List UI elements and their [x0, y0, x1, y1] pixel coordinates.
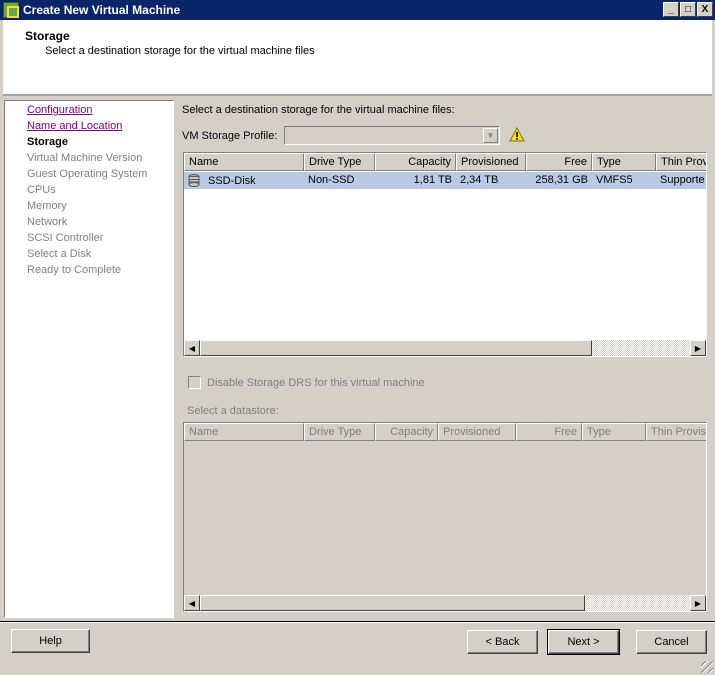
step-memory: Memory	[27, 200, 67, 212]
scroll-right-icon[interactable]: ▶	[690, 595, 706, 611]
step-select-disk: Select a Disk	[27, 248, 92, 260]
step-vm-version: Virtual Machine Version	[27, 152, 143, 164]
wizard-header: Storage Select a destination storage for…	[3, 20, 712, 96]
table-header: Name Drive Type Capacity Provisioned Fre…	[184, 153, 706, 171]
cell-drive-type: Non-SSD	[308, 174, 355, 186]
step-ready: Ready to Complete	[27, 264, 122, 276]
select-datastore-label: Select a datastore:	[187, 405, 279, 417]
next-button[interactable]: Next >	[547, 629, 620, 655]
step-cpus: CPUs	[27, 184, 56, 196]
col-name[interactable]: Name	[184, 423, 304, 441]
col-capacity[interactable]: Capacity	[375, 423, 438, 441]
cell-type: VMFS5	[596, 174, 633, 186]
table-row[interactable]: SSD-Disk Non-SSD 1,81 TB 2,34 TB 258,31 …	[184, 172, 706, 189]
col-capacity[interactable]: Capacity	[375, 153, 456, 171]
scroll-left-icon[interactable]: ◀	[184, 595, 200, 611]
scrollbar-thumb[interactable]	[200, 595, 585, 611]
cancel-button[interactable]: Cancel	[636, 630, 707, 654]
step-network: Network	[27, 216, 68, 228]
warning-icon	[509, 127, 525, 142]
cell-free: 258,31 GB	[535, 174, 588, 186]
footer-divider	[0, 621, 715, 623]
scrollbar-track[interactable]	[585, 595, 690, 611]
datastore-table: Name Drive Type Capacity Provisioned Fre…	[183, 422, 707, 612]
col-provisioned[interactable]: Provisioned	[456, 153, 526, 171]
col-drive-type[interactable]: Drive Type	[304, 423, 375, 441]
horizontal-scrollbar[interactable]: ◀ ▶	[184, 340, 706, 356]
wizard-steps: Configuration Name and Location Storage …	[4, 100, 174, 618]
horizontal-scrollbar[interactable]: ◀ ▶	[184, 595, 706, 611]
col-free[interactable]: Free	[516, 423, 582, 441]
col-free[interactable]: Free	[526, 153, 592, 171]
step-name-and-location[interactable]: Name and Location	[27, 120, 122, 132]
col-thin-provisioning[interactable]: Thin Prov	[656, 153, 706, 171]
minimize-button[interactable]: _	[663, 2, 679, 17]
disable-drs-label: Disable Storage DRS for this virtual mac…	[207, 377, 425, 389]
help-button[interactable]: Help	[11, 629, 90, 653]
scrollbar-thumb[interactable]	[200, 340, 592, 356]
chevron-down-icon[interactable]: ▼	[483, 128, 498, 143]
main-panel: Select a destination storage for the vir…	[180, 100, 715, 620]
disable-drs-checkbox[interactable]	[188, 376, 201, 389]
cell-thin-provisioning: Supporte	[660, 174, 705, 186]
page-subtitle: Select a destination storage for the vir…	[45, 45, 315, 57]
scroll-left-icon[interactable]: ◀	[184, 340, 200, 356]
storage-table: Name Drive Type Capacity Provisioned Fre…	[183, 152, 707, 357]
title-bar: Create New Virtual Machine _ □ X	[0, 0, 715, 20]
col-provisioned[interactable]: Provisioned	[438, 423, 516, 441]
datastore-icon	[188, 174, 200, 187]
col-type[interactable]: Type	[592, 153, 656, 171]
resize-grip-icon[interactable]	[701, 661, 713, 673]
col-drive-type[interactable]: Drive Type	[304, 153, 375, 171]
step-configuration[interactable]: Configuration	[27, 104, 92, 116]
page-title: Storage	[25, 29, 70, 43]
vsphere-app-icon	[3, 2, 19, 18]
instruction-label: Select a destination storage for the vir…	[182, 104, 455, 116]
storage-profile-label: VM Storage Profile:	[182, 130, 278, 142]
step-scsi-controller: SCSI Controller	[27, 232, 104, 244]
maximize-button[interactable]: □	[680, 2, 696, 17]
close-button[interactable]: X	[697, 2, 713, 17]
col-type[interactable]: Type	[582, 423, 646, 441]
back-button[interactable]: < Back	[467, 630, 538, 654]
cell-provisioned: 2,34 TB	[460, 174, 499, 186]
cell-name: SSD-Disk	[208, 174, 256, 187]
scrollbar-track[interactable]	[592, 340, 690, 356]
scroll-right-icon[interactable]: ▶	[690, 340, 706, 356]
window-title: Create New Virtual Machine	[23, 3, 181, 17]
table-header: Name Drive Type Capacity Provisioned Fre…	[184, 423, 706, 441]
step-guest-os: Guest Operating System	[27, 168, 148, 180]
col-name[interactable]: Name	[184, 153, 304, 171]
step-storage: Storage	[27, 136, 68, 148]
col-thin-provisioning[interactable]: Thin Provis	[646, 423, 706, 441]
cell-capacity: 1,81 TB	[413, 174, 452, 186]
storage-profile-select[interactable]: ▼	[284, 126, 500, 145]
